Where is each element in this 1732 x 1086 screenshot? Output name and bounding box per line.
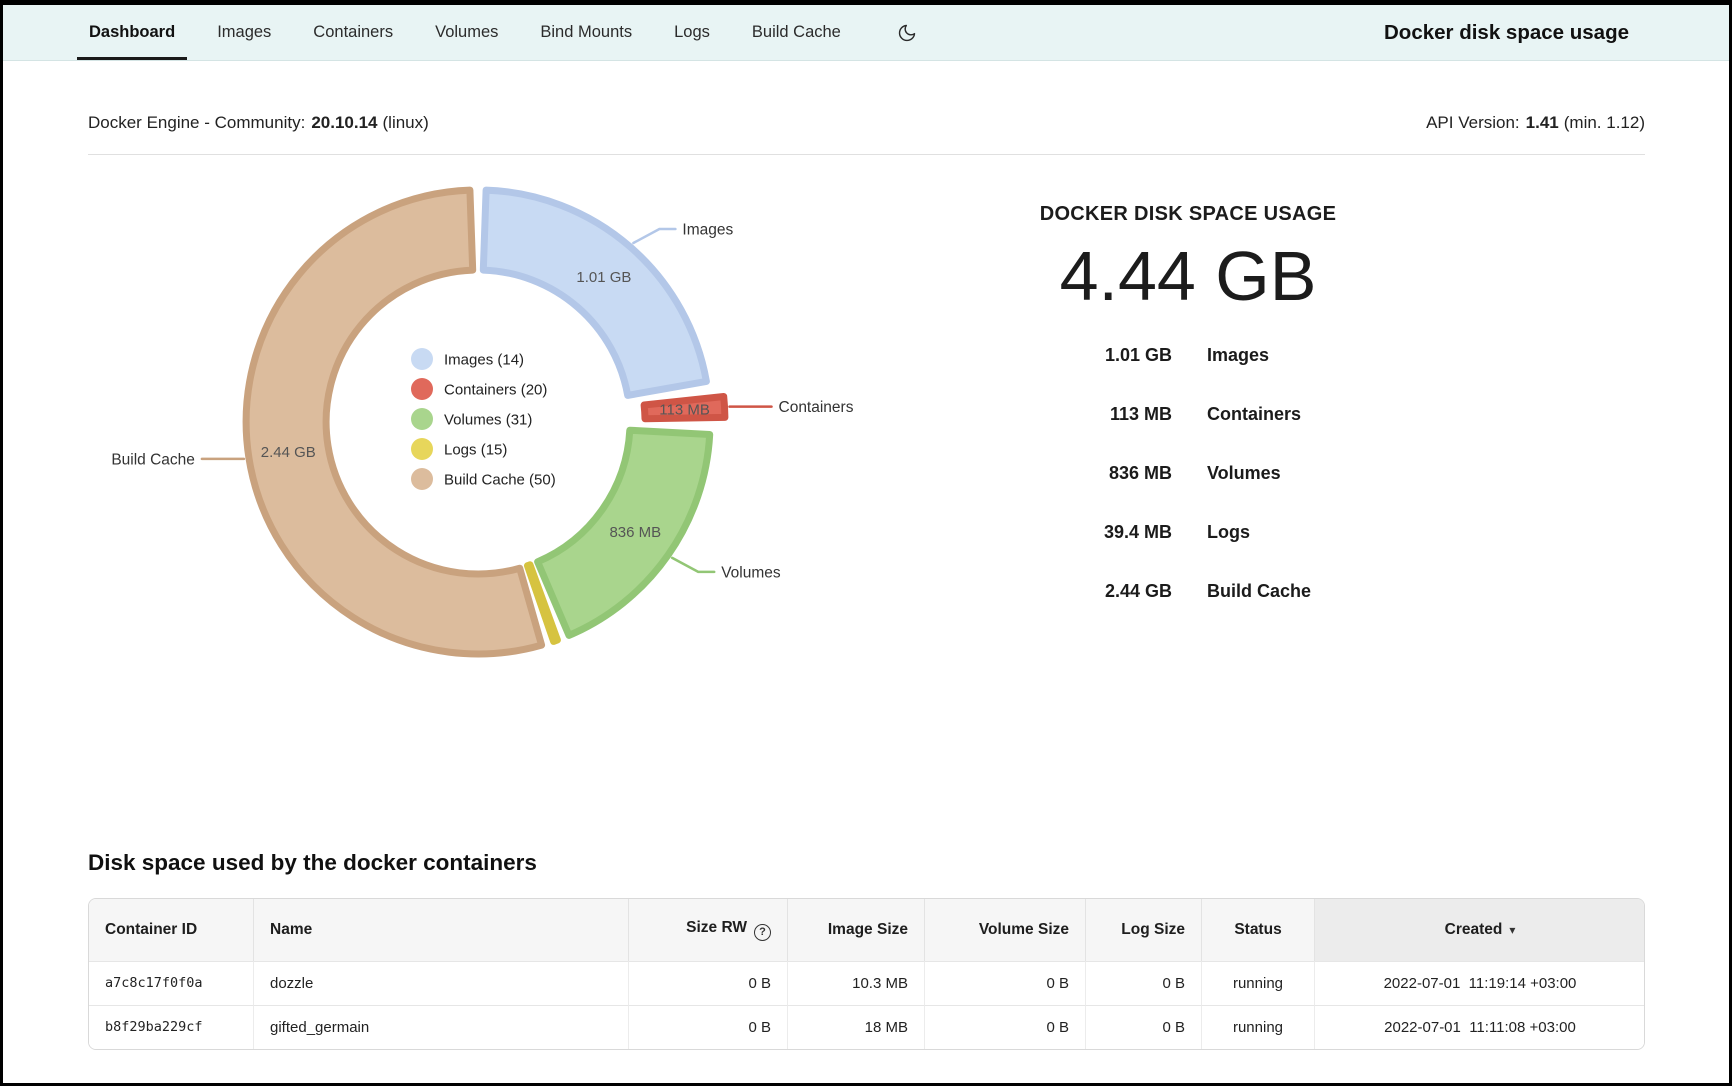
usage-row-build-cache: 2.44 GB Build Cache: [908, 562, 1468, 621]
usage-label: Containers: [1207, 404, 1468, 425]
table-body: a7c8c17f0f0adozzle0 B10.3 MB0 B0 Brunnin…: [89, 961, 1645, 1049]
legend-swatch-build-cache: [411, 468, 433, 490]
chart-label: 1.01 GB: [576, 269, 631, 286]
usage-size: 113 MB: [908, 404, 1172, 425]
table-cell: 2022-07-01 11:19:14 +03:00: [1314, 961, 1645, 1005]
table-cell: 0 B: [628, 961, 787, 1005]
legend-swatch-images: [411, 348, 433, 370]
chart-label: Build Cache (50): [444, 472, 556, 489]
chart-label: 2.44 GB: [261, 444, 316, 461]
engine-version: 20.10.14: [311, 113, 377, 132]
usage-total: 4.44 GB: [908, 234, 1468, 318]
table-cell: a7c8c17f0f0a: [89, 961, 253, 1005]
table-cell: 0 B: [1085, 1005, 1201, 1049]
usage-row-images: 1.01 GB Images: [908, 326, 1468, 385]
containers-section-heading: Disk space used by the docker containers: [88, 850, 1645, 876]
dark-mode-toggle[interactable]: [887, 5, 927, 60]
containers-table: Container IDNameSize RW?Image SizeVolume…: [89, 899, 1645, 1049]
usage-row-containers: 113 MB Containers: [908, 385, 1468, 444]
column-header-image-size[interactable]: Image Size: [787, 899, 924, 961]
table-cell: running: [1201, 961, 1314, 1005]
usage-summary-panel: DOCKER DISK SPACE USAGE 4.44 GB 1.01 GB I…: [908, 164, 1468, 621]
usage-size: 39.4 MB: [908, 522, 1172, 543]
table-cell: running: [1201, 1005, 1314, 1049]
table-cell: 10.3 MB: [787, 961, 924, 1005]
column-header-created[interactable]: Created▾: [1314, 899, 1645, 961]
chart-label: 836 MB: [609, 524, 661, 541]
tab-logs[interactable]: Logs: [662, 5, 722, 60]
moon-icon: [897, 23, 917, 43]
tab-bind-mounts[interactable]: Bind Mounts: [528, 5, 644, 60]
table-cell: 18 MB: [787, 1005, 924, 1049]
chart-label: Volumes (31): [444, 412, 532, 429]
usage-size: 2.44 GB: [908, 581, 1172, 602]
usage-label: Build Cache: [1207, 581, 1468, 602]
legend-swatch-containers: [411, 378, 433, 400]
help-circle-icon[interactable]: ?: [754, 924, 771, 941]
column-header-volume-size[interactable]: Volume Size: [924, 899, 1085, 961]
caret-down-icon: ▾: [1509, 923, 1515, 937]
chart-label: Build Cache: [111, 451, 195, 468]
api-version: 1.41: [1526, 113, 1559, 132]
table-row: a7c8c17f0f0adozzle0 B10.3 MB0 B0 Brunnin…: [89, 961, 1645, 1005]
column-header-status[interactable]: Status: [1201, 899, 1314, 961]
tab-containers[interactable]: Containers: [301, 5, 405, 60]
usage-row-volumes: 836 MB Volumes: [908, 444, 1468, 503]
legend-swatch-volumes: [411, 408, 433, 430]
usage-size: 836 MB: [908, 463, 1172, 484]
column-header-size-rw[interactable]: Size RW?: [628, 899, 787, 961]
column-header-log-size[interactable]: Log Size: [1085, 899, 1201, 961]
table-cell: dozzle: [253, 961, 628, 1005]
usage-label: Logs: [1207, 522, 1468, 543]
table-cell: gifted_germain: [253, 1005, 628, 1049]
usage-size: 1.01 GB: [908, 345, 1172, 366]
app-title: Docker disk space usage: [1384, 21, 1629, 45]
chart-label: Images: [682, 222, 733, 239]
engine-info-row: Docker Engine - Community:20.10.14(linux…: [88, 113, 1645, 133]
usage-summary-heading: DOCKER DISK SPACE USAGE: [908, 200, 1468, 228]
table-cell: 2022-07-01 11:11:08 +03:00: [1314, 1005, 1645, 1049]
disk-usage-donut-chart: 1.01 GB Images 113 MB Containers 836 MB Volum…: [88, 164, 908, 704]
table-cell: 0 B: [628, 1005, 787, 1049]
table-row: b8f29ba229cfgifted_germain0 B18 MB0 B0 B…: [89, 1005, 1645, 1049]
chart-label: Volumes: [721, 564, 781, 581]
nav-tabs: Dashboard Images Containers Volumes Bind Mou…: [3, 5, 871, 60]
usage-row-logs: 39.4 MB Logs: [908, 503, 1468, 562]
usage-rows: 1.01 GB Images 113 MB Containers 836 MB Volum…: [908, 326, 1468, 621]
chart-label: Images (14): [444, 352, 524, 369]
app-window: Dashboard Images Containers Volumes Bind Mou…: [0, 0, 1732, 1086]
usage-label: Volumes: [1207, 463, 1468, 484]
callout-line-images: [633, 229, 675, 243]
chart-label: Logs (15): [444, 442, 507, 459]
top-nav: Dashboard Images Containers Volumes Bind Mou…: [3, 5, 1729, 61]
legend-swatch-logs: [411, 438, 433, 460]
containers-table-wrap: Container IDNameSize RW?Image SizeVolume…: [88, 898, 1645, 1050]
chart-label: Containers: [779, 399, 854, 416]
usage-label: Images: [1207, 345, 1468, 366]
chart-label: Containers (20): [444, 382, 547, 399]
table-header-row: Container IDNameSize RW?Image SizeVolume…: [89, 899, 1645, 961]
table-cell: 0 B: [924, 1005, 1085, 1049]
disk-usage-chart-section: 1.01 GB Images 113 MB Containers 836 MB Volum…: [88, 164, 1645, 704]
table-cell: b8f29ba229cf: [89, 1005, 253, 1049]
table-cell: 0 B: [924, 961, 1085, 1005]
callout-line-volumes: [672, 558, 714, 572]
tab-images[interactable]: Images: [205, 5, 283, 60]
engine-version-text: Docker Engine - Community:20.10.14(linux…: [88, 113, 429, 133]
divider: [88, 154, 1645, 155]
column-header-name[interactable]: Name: [253, 899, 628, 961]
tab-volumes[interactable]: Volumes: [423, 5, 510, 60]
chart-label: 113 MB: [659, 401, 710, 418]
api-version-text: API Version:1.41(min. 1.12): [1426, 113, 1645, 133]
table-cell: 0 B: [1085, 961, 1201, 1005]
tab-dashboard[interactable]: Dashboard: [77, 5, 187, 60]
column-header-container-id[interactable]: Container ID: [89, 899, 253, 961]
tab-build-cache[interactable]: Build Cache: [740, 5, 853, 60]
